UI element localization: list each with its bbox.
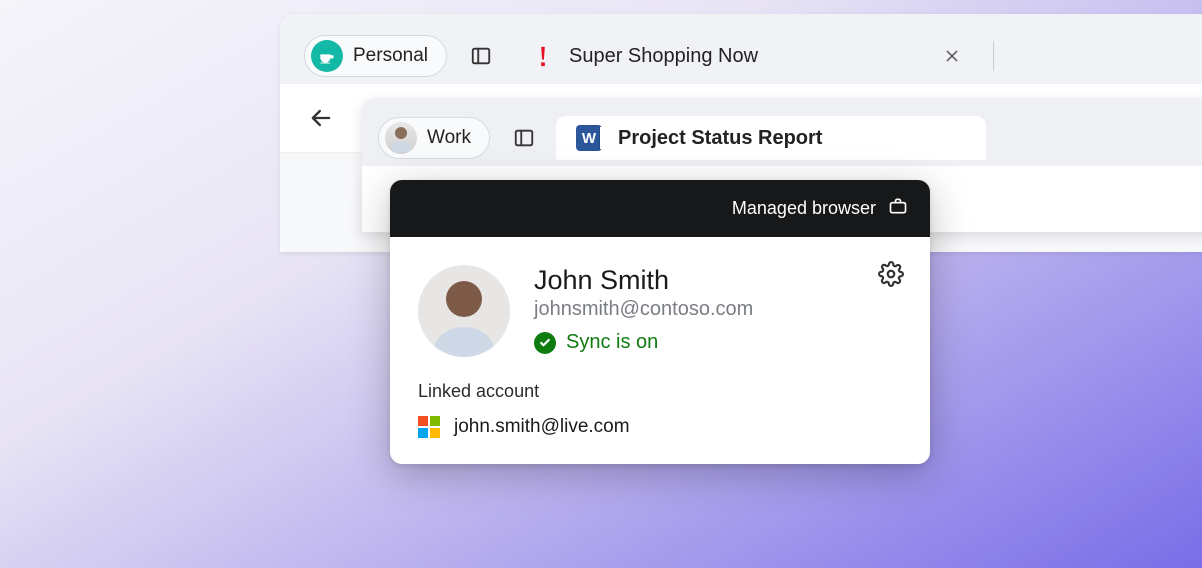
profile-label: Personal	[353, 45, 428, 67]
tab-title: Super Shopping Now	[569, 45, 758, 68]
profile-popup: Managed browser John Smith johnsmith@con…	[390, 180, 930, 464]
tab-bar: Personal Super Shopping Now	[280, 28, 1202, 84]
tab-bar: Work W Project Status Report	[362, 110, 1202, 166]
vertical-tabs-icon[interactable]	[512, 126, 536, 150]
sync-status-label: Sync is on	[566, 331, 658, 354]
word-document-icon: W	[576, 125, 602, 151]
profile-label: Work	[427, 127, 471, 149]
popup-body: John Smith johnsmith@contoso.com Sync is…	[390, 237, 930, 464]
profile-row: John Smith johnsmith@contoso.com Sync is…	[418, 265, 902, 357]
avatar	[418, 265, 510, 357]
user-email: johnsmith@contoso.com	[534, 298, 902, 321]
vertical-tabs-icon[interactable]	[469, 44, 493, 68]
sync-status-row[interactable]: Sync is on	[534, 331, 902, 354]
profile-switcher-work[interactable]: Work	[378, 117, 490, 159]
popup-header: Managed browser	[390, 180, 930, 237]
tab-project-status[interactable]: W Project Status Report	[556, 116, 986, 160]
tab-title: Project Status Report	[618, 127, 822, 150]
profile-switcher-personal[interactable]: Personal	[304, 35, 447, 77]
avatar	[385, 122, 417, 154]
linked-account-row[interactable]: john.smith@live.com	[418, 416, 902, 446]
tab-super-shopping[interactable]: Super Shopping Now	[513, 34, 983, 78]
briefcase-icon	[888, 196, 908, 221]
linked-account-email: john.smith@live.com	[454, 416, 630, 438]
checkmark-icon	[534, 332, 556, 354]
managed-browser-label: Managed browser	[732, 198, 876, 219]
settings-icon[interactable]	[878, 261, 906, 289]
coffee-cup-icon	[311, 40, 343, 72]
tab-divider	[993, 41, 994, 71]
profile-info: John Smith johnsmith@contoso.com Sync is…	[534, 265, 902, 354]
linked-account-section-label: Linked account	[418, 381, 902, 402]
microsoft-logo-icon	[418, 416, 440, 438]
user-name: John Smith	[534, 265, 902, 296]
back-button[interactable]	[304, 101, 338, 135]
warning-icon	[533, 46, 553, 66]
close-icon[interactable]	[941, 45, 963, 67]
